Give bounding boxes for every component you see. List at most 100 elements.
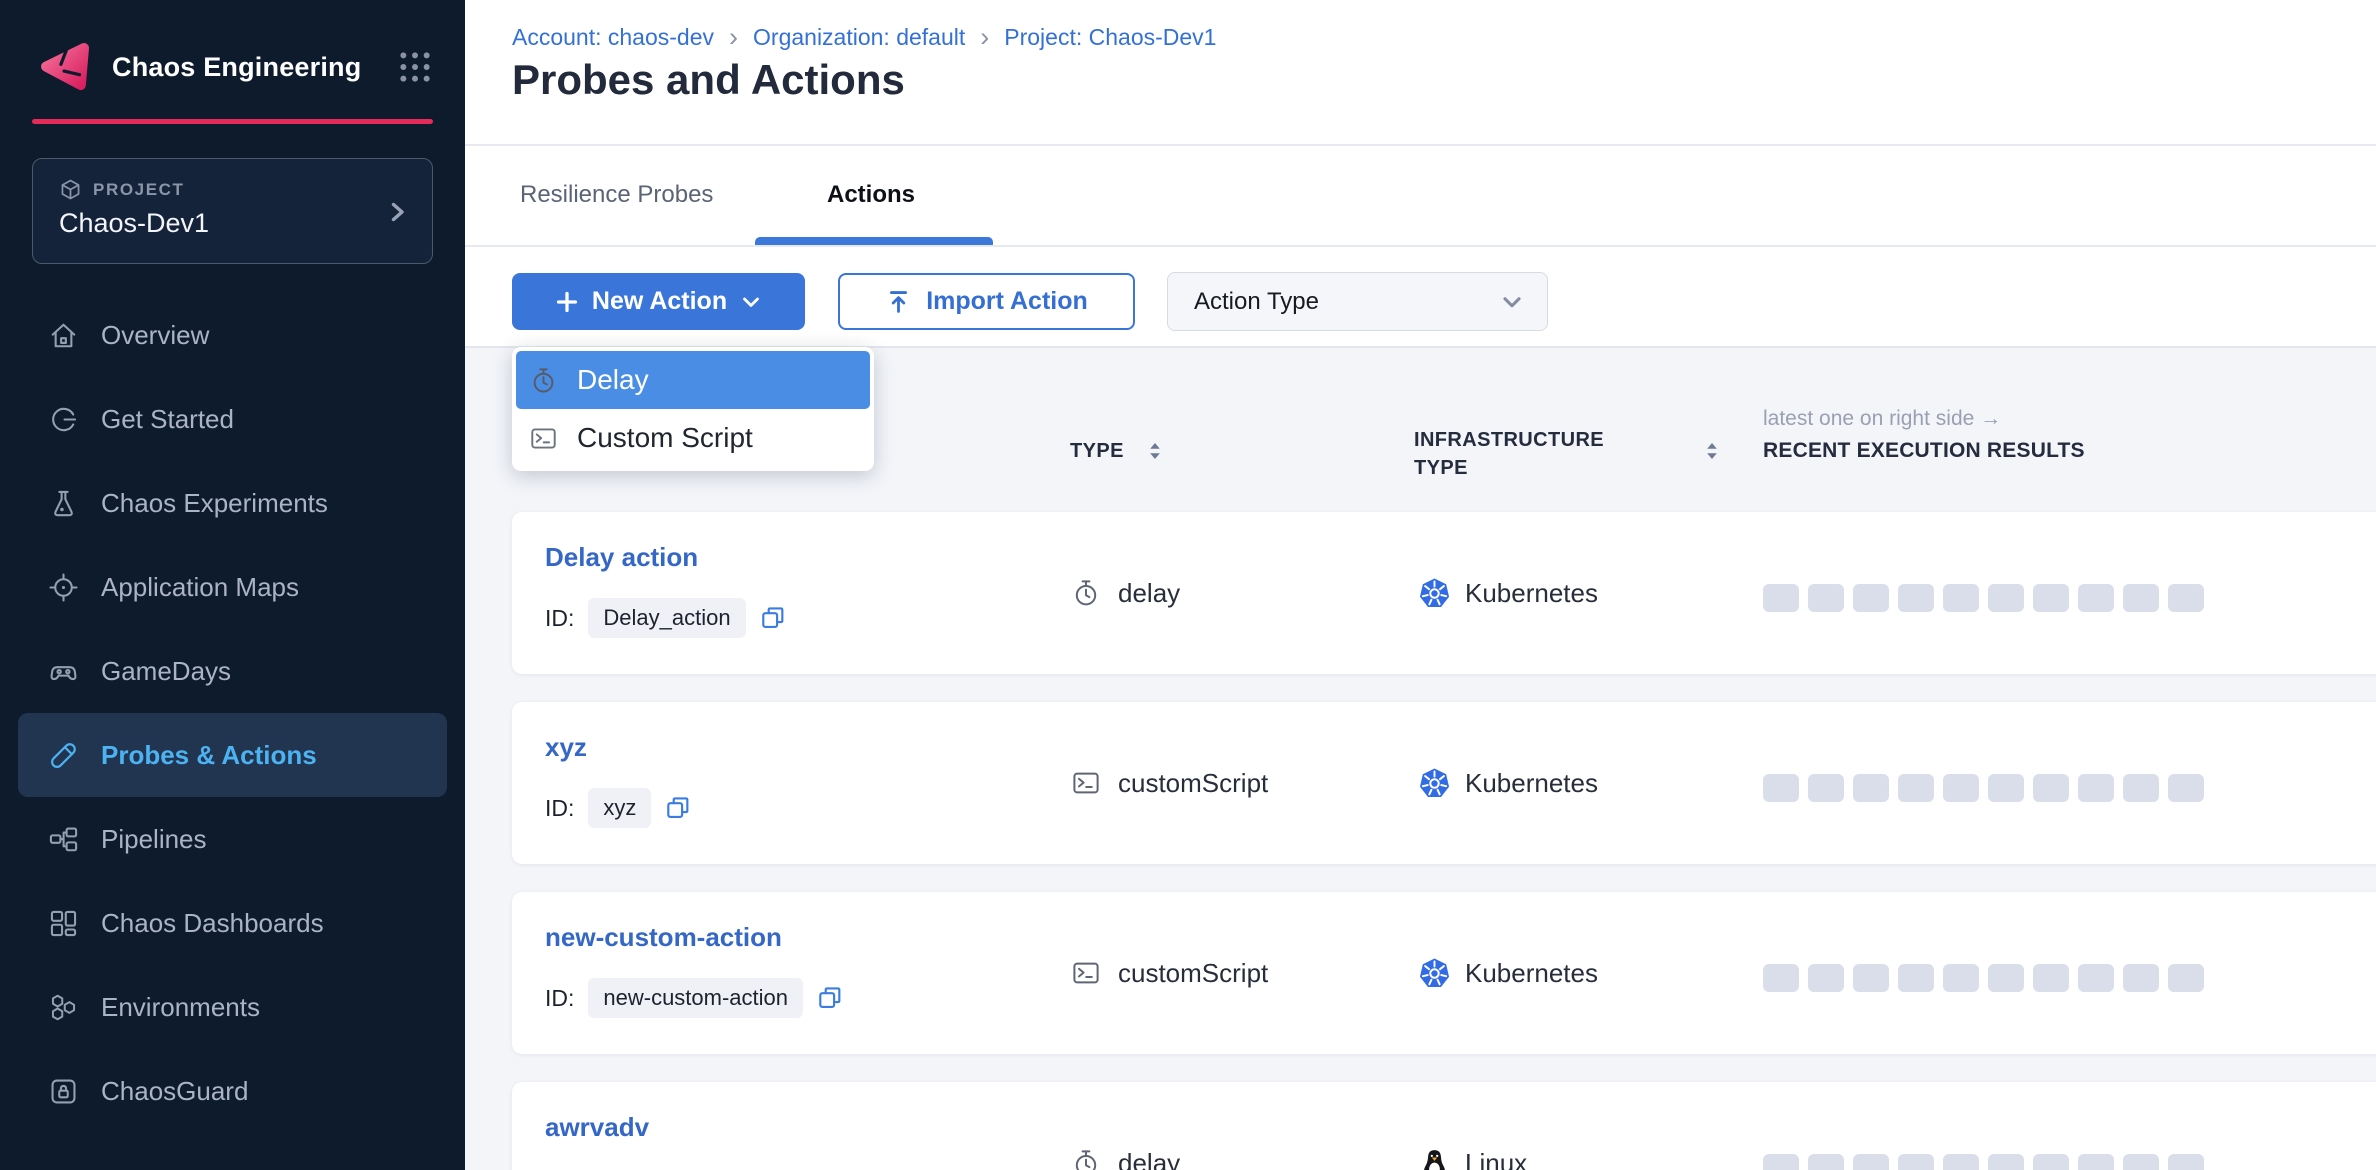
action-id: ID: new-custom-action (545, 978, 844, 1018)
module-switcher-icon[interactable] (397, 49, 433, 85)
id-label: ID: (545, 605, 574, 632)
action-type-select-value: Action Type (1194, 288, 1499, 316)
linux-icon (1418, 1147, 1451, 1170)
project-selector[interactable]: PROJECT Chaos-Dev1 (32, 158, 433, 264)
action-id-pill: Delay_action (588, 598, 745, 638)
type-value: delay (1118, 578, 1180, 609)
main-content: Account: chaos-dev › Organization: defau… (465, 0, 2376, 1170)
project-cube-icon (59, 178, 82, 201)
execution-result-placeholder (1853, 1154, 1889, 1170)
execution-result-placeholder (1763, 584, 1799, 612)
copy-icon[interactable] (816, 984, 844, 1012)
copy-icon[interactable] (759, 604, 787, 632)
infrastructure-cell: Linux (1418, 1082, 1527, 1170)
page-title: Probes and Actions (512, 56, 905, 104)
flask-icon (48, 488, 79, 519)
actions-table-rows: Delay action ID: Delay_action delay Kube… (512, 512, 2376, 1170)
sidebar-header: Chaos Engineering (36, 36, 433, 98)
type-value: delay (1118, 1148, 1180, 1170)
action-id: ID: Delay_action (545, 598, 787, 638)
pipelines-icon (48, 824, 79, 855)
sidebar-item-label: GameDays (101, 656, 231, 687)
copy-icon[interactable] (664, 794, 692, 822)
sidebar-item-label: Get Started (101, 404, 234, 435)
stopwatch-icon (529, 366, 558, 395)
type-cell: customScript (1071, 892, 1268, 1054)
breadcrumb-project-link[interactable]: Project: Chaos-Dev1 (1004, 24, 1216, 51)
target-icon (48, 572, 79, 603)
sidebar-item-application-maps[interactable]: Application Maps (18, 545, 447, 629)
execution-result-placeholder (1763, 1154, 1799, 1170)
app-title: Chaos Engineering (112, 52, 397, 83)
execution-result-placeholder (1943, 774, 1979, 802)
execution-result-placeholder (1763, 774, 1799, 802)
gamepad-icon (48, 656, 79, 687)
breadcrumb: Account: chaos-dev › Organization: defau… (512, 24, 1216, 51)
menu-item-custom-script[interactable]: Custom Script (516, 409, 870, 467)
execution-result-placeholder (2123, 584, 2159, 612)
header-divider (465, 144, 2376, 146)
action-name-link[interactable]: Delay action (545, 542, 698, 573)
get-started-icon (48, 404, 79, 435)
execution-result-placeholder (1853, 584, 1889, 612)
stopwatch-icon (1071, 578, 1101, 608)
type-cell: delay (1071, 1082, 1180, 1170)
action-row: xyz ID: xyz customScript Kubernetes (512, 702, 2376, 864)
import-action-button[interactable]: Import Action (838, 273, 1135, 330)
column-header-infrastructure-type[interactable]: INFRASTRUCTURE TYPE (1414, 426, 1659, 482)
new-action-button[interactable]: New Action (512, 273, 805, 330)
execution-result-placeholder (1898, 964, 1934, 992)
kubernetes-icon (1418, 957, 1451, 990)
sort-icon[interactable] (1705, 441, 1719, 461)
sidebar-item-chaos-dashboards[interactable]: Chaos Dashboards (18, 881, 447, 965)
breadcrumb-account-link[interactable]: Account: chaos-dev (512, 24, 714, 51)
execution-result-placeholder (2033, 1154, 2069, 1170)
execution-result-placeholder (2123, 774, 2159, 802)
execution-result-placeholder (2033, 584, 2069, 612)
sort-icon[interactable] (1148, 441, 1162, 461)
execution-result-placeholder (2168, 1154, 2204, 1170)
tabs-divider (465, 245, 2376, 247)
execution-result-placeholder (1943, 1154, 1979, 1170)
menu-item-delay[interactable]: Delay (516, 351, 870, 409)
tab-resilience-probes[interactable]: Resilience Probes (520, 181, 713, 209)
action-name-link[interactable]: xyz (545, 732, 587, 763)
execution-result-placeholder (1988, 1154, 2024, 1170)
sidebar-item-chaosguard[interactable]: ChaosGuard (18, 1049, 447, 1133)
recent-executions-strip (1763, 1154, 2204, 1170)
sidebar-item-label: Application Maps (101, 572, 299, 603)
import-action-button-label: Import Action (926, 287, 1088, 316)
tab-actions[interactable]: Actions (827, 181, 915, 209)
chevron-right-icon (382, 197, 412, 227)
sidebar-item-pipelines[interactable]: Pipelines (18, 797, 447, 881)
recent-executions-strip (1763, 964, 2204, 992)
column-header-type[interactable]: TYPE (1070, 440, 1124, 463)
action-name-link[interactable]: awrvadv (545, 1112, 649, 1143)
chevron-down-icon (1499, 289, 1525, 315)
new-action-button-label: New Action (592, 287, 727, 316)
execution-result-placeholder (1898, 584, 1934, 612)
sidebar-item-overview[interactable]: Overview (18, 293, 447, 377)
sidebar-item-environments[interactable]: Environments (18, 965, 447, 1049)
sidebar-item-label: Chaos Dashboards (101, 908, 324, 939)
sidebar-item-chaos-experiments[interactable]: Chaos Experiments (18, 461, 447, 545)
menu-item-label: Delay (577, 364, 649, 396)
infrastructure-cell: Kubernetes (1418, 512, 1598, 674)
action-type-select[interactable]: Action Type (1167, 272, 1548, 331)
terminal-icon (529, 424, 558, 453)
new-action-menu: Delay Custom Script (512, 347, 874, 471)
action-id: ID: xyz (545, 788, 692, 828)
execution-result-placeholder (1853, 964, 1889, 992)
sidebar-menu: Overview Get Started Chaos Experiments A… (0, 293, 465, 1133)
sidebar-item-probes-actions[interactable]: Probes & Actions (18, 713, 447, 797)
breadcrumb-organization-link[interactable]: Organization: default (753, 24, 965, 51)
action-name-link[interactable]: new-custom-action (545, 922, 782, 953)
execution-result-placeholder (1808, 964, 1844, 992)
sidebar-item-gamedays[interactable]: GameDays (18, 629, 447, 713)
sidebar: Chaos Engineering PROJECT Chaos-Dev1 Ove… (0, 0, 465, 1170)
sidebar-item-get-started[interactable]: Get Started (18, 377, 447, 461)
infrastructure-value: Linux (1465, 1148, 1527, 1170)
home-icon (48, 320, 79, 351)
execution-result-placeholder (2123, 964, 2159, 992)
dashboards-icon (48, 908, 79, 939)
